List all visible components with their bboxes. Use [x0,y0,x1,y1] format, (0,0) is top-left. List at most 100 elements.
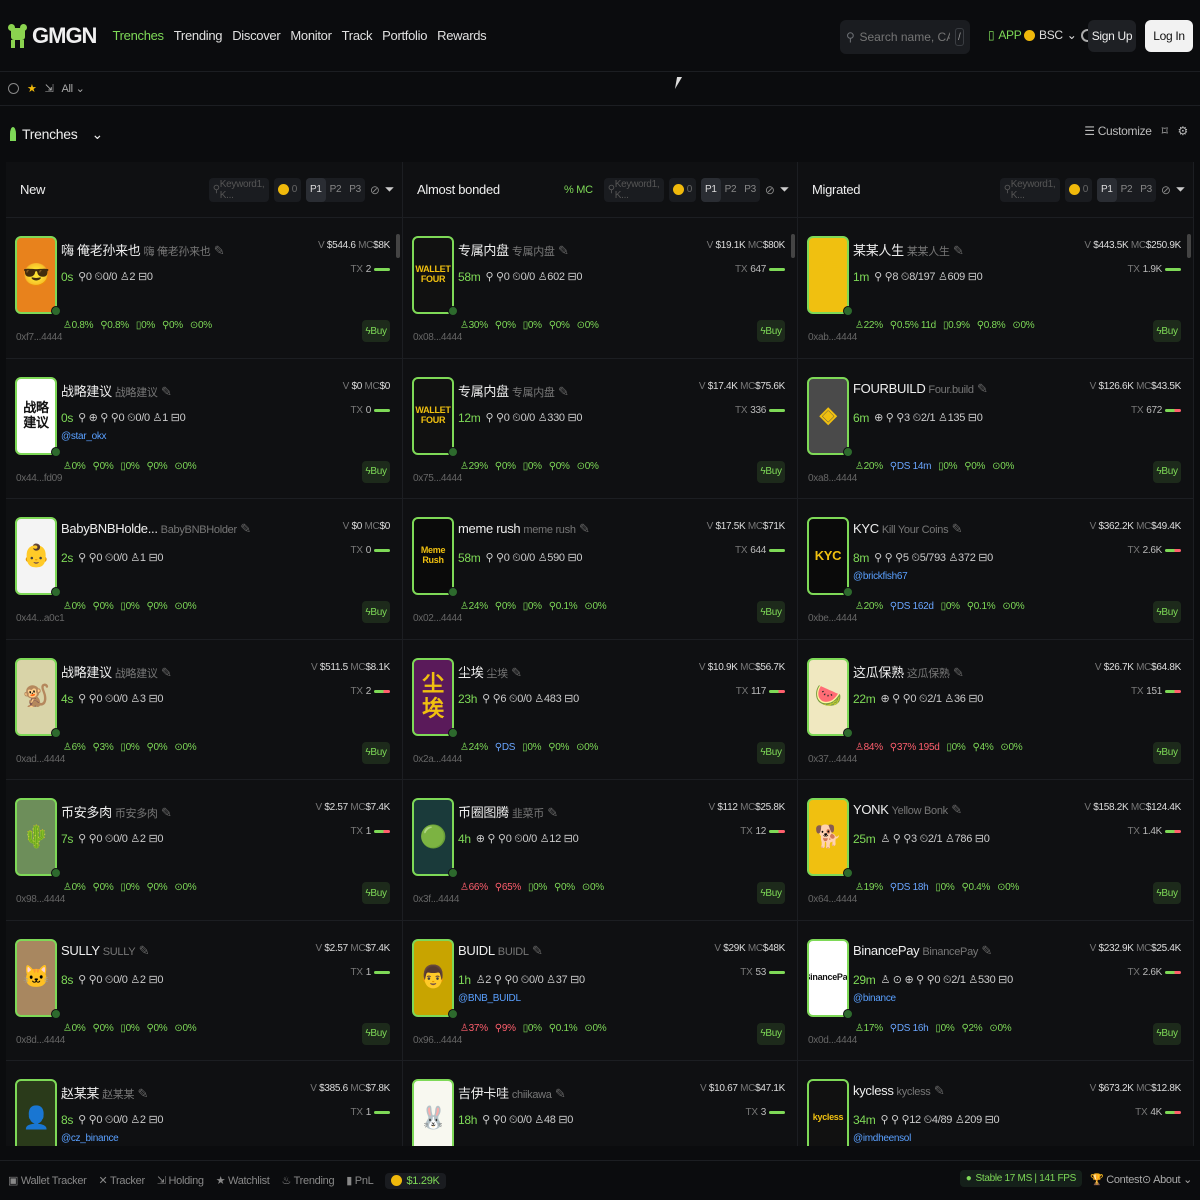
twitter-handle[interactable]: @binance [853,993,896,1004]
token-name[interactable]: 币圈图腾 韭菜币 ✎ [458,802,558,821]
footer-holding[interactable]: ⇲ Holding [157,1174,204,1187]
token-image[interactable]: Meme Rush [412,517,454,595]
scrollbar[interactable] [791,234,795,258]
nav-monitor[interactable]: Monitor [290,28,332,43]
buy-button[interactable]: ϟ Buy [757,320,785,342]
edit-icon[interactable]: ✎ [139,943,150,958]
token-image[interactable]: BinancePay [807,938,849,1017]
token-card[interactable]: 👶 BabyBNBHolde... BabyBNBHolder ✎ 2s ⚲ ⚲0 … [6,499,402,640]
token-card[interactable]: 👤 赵某某 赵某某 ✎ 8s ⚲ ⚲0 ⏲0/0 ♙2 ⊟0 @cz_binance… [6,1061,402,1146]
token-name[interactable]: 币安多肉 币安多肉 ✎ [61,802,172,821]
footer-trending[interactable]: ♨ Trending [282,1174,335,1187]
buy-button[interactable]: ϟ Buy [757,1022,785,1045]
token-image[interactable]: 🐱 [15,938,57,1017]
mute-icon[interactable]: ⊘ [370,183,380,197]
buy-button[interactable]: ϟ Buy [1153,882,1181,904]
buy-button[interactable]: ϟ Buy [362,460,390,483]
token-image[interactable]: 尘埃 [412,657,454,736]
token-image[interactable]: KYC [807,517,849,595]
buy-button[interactable]: ϟ Buy [1153,601,1181,623]
buy-button[interactable]: ϟ Buy [1153,1022,1181,1045]
nav-track[interactable]: Track [342,28,373,43]
edit-icon[interactable]: ✎ [161,384,172,399]
amount-input[interactable]: 0 [668,177,696,202]
edit-icon[interactable]: ✎ [214,243,225,258]
contract-address[interactable]: 0x37...4444 [808,754,857,765]
buy-button[interactable]: ϟ Buy [757,460,785,483]
amount-input[interactable]: 0 [273,177,301,202]
contract-address[interactable]: 0xab...4444 [808,332,857,343]
edit-icon[interactable]: ✎ [161,665,172,680]
customize-button[interactable]: ☰ Customize [1084,124,1152,138]
token-card[interactable]: Meme Rush meme rush meme rush ✎ 58m ⚲ ⚲0 ⏲… [403,499,797,640]
token-card[interactable]: kycless kycless kycless ✎ 34m ⚲ ⚲ ⚲12 ⏲4/8… [798,1061,1193,1146]
token-image[interactable]: 👨 [412,938,454,1017]
contract-address[interactable]: 0xf7...4444 [16,332,62,343]
token-card[interactable]: 某某人生 某某人生 某某人生 ✎ 1m ⚲ ⚲8 ⏲8/197 ♙609 ⊟0 0x… [798,218,1193,359]
contract-address[interactable]: 0x08...4444 [413,332,462,343]
preset-p3[interactable]: P3 [740,178,760,202]
preset-p2[interactable]: P2 [326,178,346,202]
token-name[interactable]: 战略建议 战略建议 ✎ [61,662,172,681]
logo[interactable]: GMGN [8,20,97,52]
token-card[interactable]: 🐕 YONK Yellow Bonk ✎ 25m ♙ ⚲ ⚲3 ⏲2/1 ♙786 … [798,780,1193,921]
token-name[interactable]: 嗨 俺老孙来也嗨 俺老孙来也 ✎ [61,240,225,259]
token-name[interactable]: 战略建议 战略建议 ✎ [61,381,172,400]
mute-icon[interactable]: ⊘ [1161,183,1171,197]
token-name[interactable]: KYC Kill Your Coins ✎ [853,521,962,537]
token-card[interactable]: 😎 嗨 俺老孙来也嗨 俺老孙来也 ✎ 0s ⚲0 ⏲0/0 ♙2 ⊟0 0xf7.… [6,218,402,359]
token-card[interactable]: WALLET FOUR 专属内盘 专属内盘 ✎ 58m ⚲ ⚲0 ⏲0/0 ♙602… [403,218,797,359]
token-image[interactable]: WALLET FOUR [412,376,454,455]
token-card[interactable]: 🐱 SULLY SULLY ✎ 8s ⚲ ⚲0 ⏲0/0 ♙2 ⊟0 0x8d...… [6,921,402,1061]
contract-address[interactable]: 0x2a...4444 [413,754,462,765]
search-box[interactable]: ⚲ / [840,20,970,54]
nav-portfolio[interactable]: Portfolio [382,28,427,43]
twitter-handle[interactable]: @star_okx [61,431,107,442]
nav-discover[interactable]: Discover [232,28,280,43]
keyword-input[interactable]: ⚲ Keyword1, K... [208,177,269,202]
buy-button[interactable]: ϟ Buy [757,601,785,623]
twitter-handle[interactable]: @cz_binance [61,1133,119,1144]
token-name[interactable]: YONK Yellow Bonk ✎ [853,802,962,818]
scrollbar[interactable] [396,234,400,258]
token-name[interactable]: 某某人生 某某人生 ✎ [853,240,964,259]
buy-button[interactable]: ϟ Buy [362,741,390,764]
signup-button[interactable]: Sign Up [1088,20,1136,52]
edit-icon[interactable]: ✎ [977,381,988,396]
token-image[interactable]: 🐒 [15,657,57,736]
mute-icon[interactable]: ⊘ [765,183,775,197]
twitter-handle[interactable]: @imdheensol [853,1133,911,1144]
footer-pnl[interactable]: ▮ PnL [346,1174,373,1187]
contract-address[interactable]: 0x44...fd09 [16,473,62,484]
token-card[interactable]: 🌵 币安多肉 币安多肉 ✎ 7s ⚲ ⚲0 ⏲0/0 ♙2 ⊟0 0x98...44… [6,780,402,921]
filter-icon[interactable]: ⏷ [385,182,395,197]
buy-button[interactable]: ϟ Buy [757,882,785,904]
token-card[interactable]: 🟢 币圈图腾 韭菜币 ✎ 4h ⊕ ⚲ ⚲0 ⏲0/0 ♙12 ⊟0 0x3f...… [403,780,797,921]
contract-address[interactable]: 0x75...4444 [413,473,462,484]
edit-icon[interactable]: ✎ [547,805,558,820]
token-name[interactable]: 赵某某 赵某某 ✎ [61,1083,148,1102]
edit-icon[interactable]: ✎ [532,943,543,958]
filter-icon[interactable]: ⏷ [780,182,790,197]
buy-button[interactable]: ϟ Buy [1153,741,1181,764]
token-name[interactable]: kycless kycless ✎ [853,1083,945,1099]
edit-icon[interactable]: ✎ [981,943,992,958]
token-name[interactable]: SULLY SULLY ✎ [61,943,149,959]
token-card[interactable]: BinancePay BinancePayBinancePay ✎ 29m♙ ⊙… [798,921,1193,1061]
page-title[interactable]: Trenches ⌄ [10,126,103,143]
edit-icon[interactable]: ✎ [240,521,251,536]
footer-watchlist[interactable]: ★ Watchlist [216,1174,270,1187]
token-image[interactable]: 战略建议 [15,376,57,455]
token-card[interactable]: WALLET FOUR 专属内盘 专属内盘 ✎ 12m ⚲ ⚲0 ⏲0/0 ♙330… [403,359,797,499]
contract-address[interactable]: 0x44...a0c1 [16,613,65,624]
contract-address[interactable]: 0xad...4444 [16,754,65,765]
footer-wallet-tracker[interactable]: ▣ Wallet Tracker [8,1174,87,1187]
token-image[interactable]: 🐰 [412,1079,454,1146]
gear-icon[interactable]: ⚙ [1178,124,1189,138]
contract-address[interactable]: 0x02...4444 [413,613,462,624]
star-icon[interactable]: ★ [27,82,37,95]
buy-button[interactable]: ϟ Buy [362,320,390,342]
edit-icon[interactable]: ✎ [558,384,569,399]
edit-icon[interactable]: ✎ [953,665,964,680]
token-card[interactable]: 🐒 战略建议 战略建议 ✎ 4s ⚲ ⚲0 ⏲0/0 ♙3 ⊟0 0xad...44… [6,640,402,780]
